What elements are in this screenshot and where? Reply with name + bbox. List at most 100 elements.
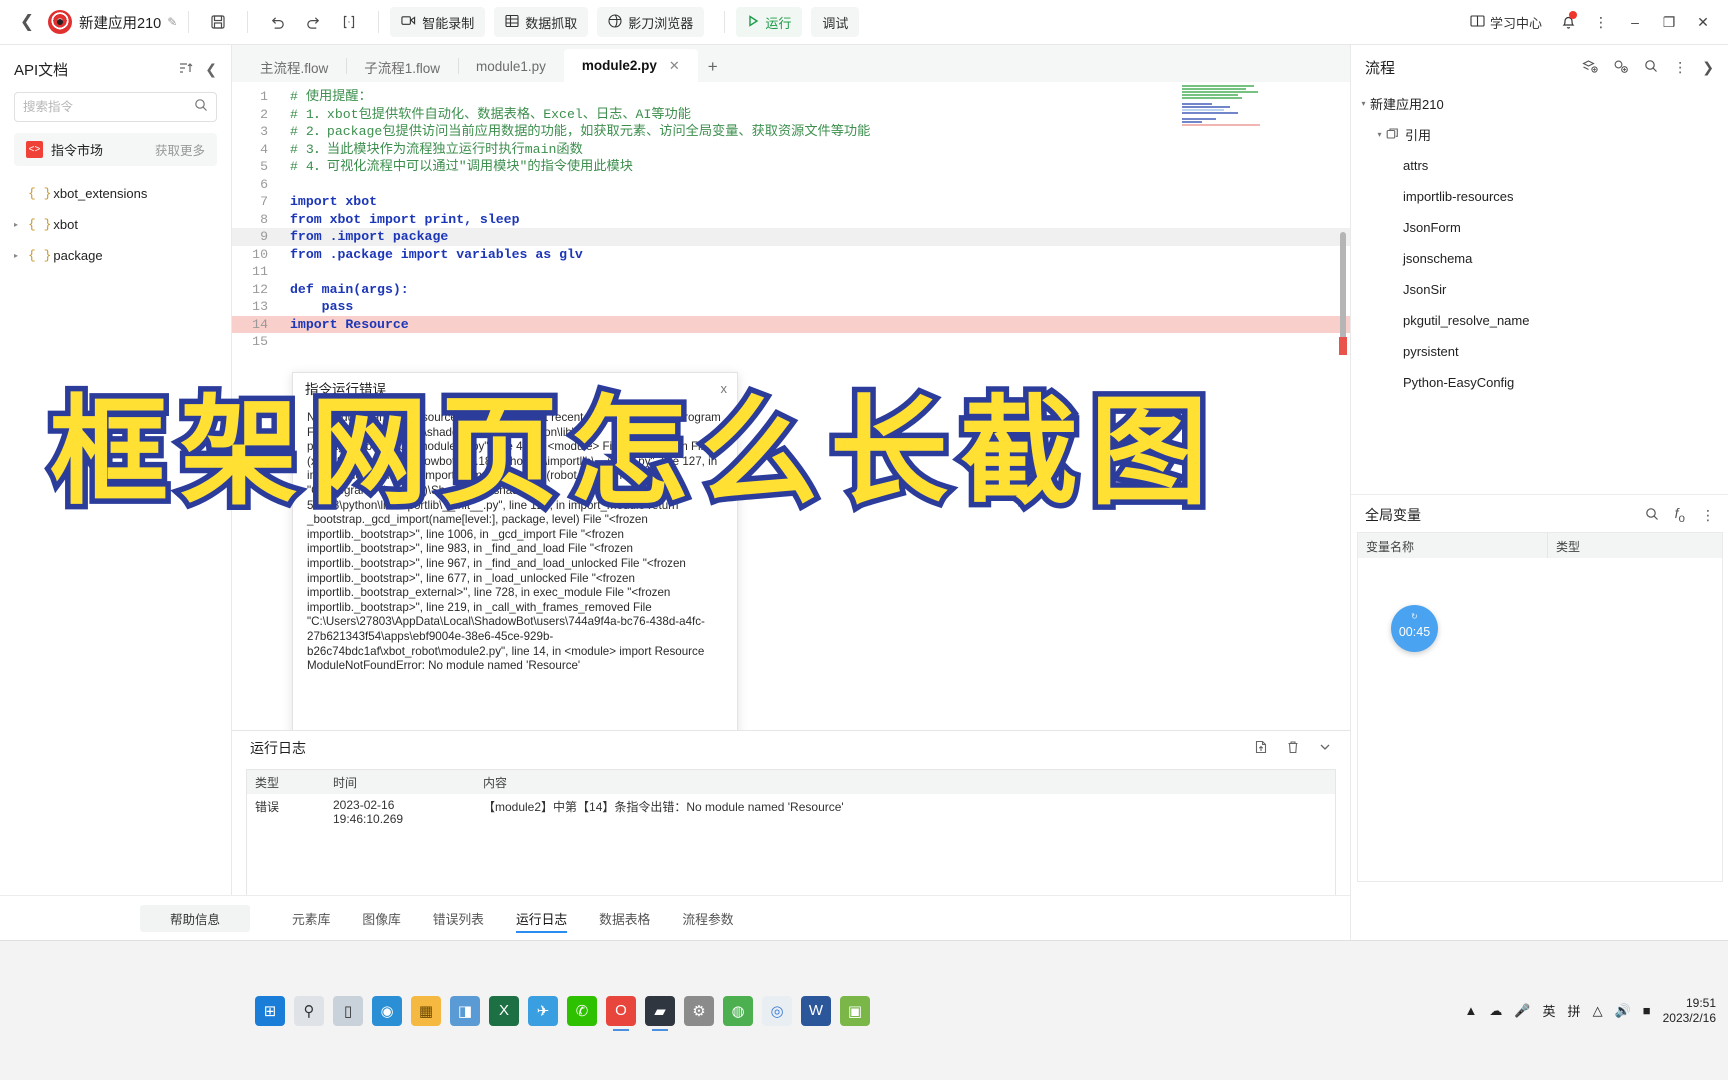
chrome-icon[interactable]: ◎	[762, 995, 792, 1026]
chevron-right-icon[interactable]: ❯	[1702, 59, 1714, 76]
search-input[interactable]	[23, 100, 194, 114]
flow-tree-item-jsonform[interactable]: JsonForm	[1351, 212, 1728, 243]
flow-tree-item-python-easyconfig[interactable]: Python-EasyConfig	[1351, 367, 1728, 398]
caret-down-icon[interactable]: ▾	[1373, 130, 1386, 139]
tab-element-library[interactable]: 元素库	[276, 896, 346, 941]
mic-icon[interactable]: 🎤	[1514, 1003, 1530, 1019]
flow-tree-item-attrs[interactable]: attrs	[1351, 150, 1728, 181]
redo-icon[interactable]	[295, 7, 331, 37]
cloud-icon[interactable]: ☁	[1489, 1003, 1502, 1019]
instruction-market-row[interactable]: <> 指令市场 获取更多	[14, 133, 217, 166]
search-icon[interactable]	[1644, 59, 1658, 76]
learn-center-button[interactable]: 学习中心	[1462, 7, 1550, 37]
opera-icon[interactable]: O	[606, 995, 636, 1031]
close-tab-icon[interactable]: ✕	[669, 58, 680, 74]
shadowbot-icon[interactable]: ▰	[645, 995, 675, 1031]
tab-image-library[interactable]: 图像库	[346, 896, 416, 941]
pencil-icon[interactable]: ✎	[167, 15, 177, 29]
caret-down-icon[interactable]: ▾	[1357, 99, 1370, 108]
table-row[interactable]: 错误 2023-02-16 19:46:10.269 【module2】中第【1…	[247, 794, 1335, 826]
flow-tree-references[interactable]: ▾ 引用	[1351, 119, 1728, 150]
save-icon[interactable]	[200, 7, 236, 37]
search-instruction-box[interactable]	[14, 92, 217, 122]
flow-tree-item-pkgutil-resolve-name[interactable]: pkgutil_resolve_name	[1351, 305, 1728, 336]
code-minimap[interactable]	[1182, 84, 1262, 132]
debug-button[interactable]: 调试	[811, 7, 860, 37]
excel-icon[interactable]: X	[489, 995, 519, 1026]
edge-icon[interactable]: ◉	[372, 995, 402, 1026]
flow-tree-item-importlib-resources[interactable]: importlib-resources	[1351, 181, 1728, 212]
back-button[interactable]: ❮	[10, 5, 44, 39]
wifi-icon[interactable]: △	[1593, 1003, 1603, 1019]
tab-flow-params[interactable]: 流程参数	[666, 896, 749, 941]
flow-tree-root[interactable]: ▾ 新建应用210	[1351, 88, 1728, 119]
help-info-button[interactable]: 帮助信息	[140, 904, 250, 932]
bell-icon[interactable]	[1554, 8, 1582, 36]
browser-button[interactable]: 影刀浏览器	[597, 7, 705, 37]
run-timer-badge[interactable]: ↻ 00:45	[1391, 605, 1438, 652]
add-module-icon[interactable]	[1613, 59, 1629, 77]
volume-icon[interactable]: 🔊	[1615, 1003, 1631, 1019]
wechat-icon[interactable]: ✆	[567, 995, 597, 1026]
tab-run-log[interactable]: 运行日志	[500, 896, 583, 941]
tab-main-flow[interactable]: 主流程.flow	[242, 51, 346, 82]
flow-tree-item-jsonsir[interactable]: JsonSir	[1351, 274, 1728, 305]
app-green-icon[interactable]: ▣	[840, 995, 870, 1026]
app-blue-icon[interactable]: ◨	[450, 995, 480, 1026]
code-line-error: 14 import Resource	[232, 315, 1350, 333]
tree-item-package[interactable]: ▸ { } package	[0, 240, 231, 271]
clock[interactable]: 19:51 2023/2/16	[1663, 996, 1716, 1026]
chrome-alt-icon[interactable]: ◍	[723, 995, 753, 1026]
more-vertical-icon[interactable]: ⋮	[1701, 507, 1715, 524]
tree-item-xbot[interactable]: ▸ { } xbot	[0, 209, 231, 240]
start-icon[interactable]: ⊞	[255, 995, 285, 1026]
code-editor[interactable]: 1 # 使用提醒： 2 # 1．xbot包提供软件自动化、数据表格、Excel、日志…	[232, 82, 1350, 730]
sort-icon[interactable]	[179, 61, 193, 78]
ime-mode-label[interactable]: 拼	[1568, 1001, 1581, 1020]
search-icon[interactable]	[1645, 507, 1659, 524]
settings-icon[interactable]: ⚙	[684, 995, 714, 1026]
search-icon[interactable]: ⚲	[294, 995, 324, 1026]
tab-label: 子流程1.flow	[364, 60, 441, 76]
export-icon[interactable]	[1254, 740, 1268, 757]
close-button[interactable]: ✕	[1688, 7, 1718, 37]
battery-icon[interactable]: ■	[1643, 1003, 1651, 1018]
expand-arrow-icon[interactable]: ▸	[14, 251, 28, 260]
tab-module2-py[interactable]: module2.py ✕	[563, 49, 698, 82]
ime-language-label[interactable]: 英	[1543, 1001, 1556, 1020]
error-marker[interactable]	[1339, 337, 1347, 355]
collapse-panel-icon[interactable]: ❮	[205, 61, 217, 78]
tab-data-table[interactable]: 数据表格	[583, 896, 666, 941]
add-flow-icon[interactable]	[1582, 59, 1598, 77]
smart-record-button[interactable]: 智能录制	[390, 7, 486, 37]
undo-icon[interactable]	[259, 7, 295, 37]
data-grab-button[interactable]: 数据抓取	[494, 7, 589, 37]
flow-tree-item-jsonschema[interactable]: jsonschema	[1351, 243, 1728, 274]
file-explorer-icon[interactable]: ▦	[411, 995, 441, 1026]
word-icon[interactable]: W	[801, 995, 831, 1026]
tab-error-list[interactable]: 错误列表	[417, 896, 500, 941]
tree-item-xbot-extensions[interactable]: { } xbot_extensions	[0, 178, 231, 209]
flow-tree-item-pyrsistent[interactable]: pyrsistent	[1351, 336, 1728, 367]
search-icon[interactable]	[194, 98, 208, 117]
format-icon[interactable]	[331, 7, 367, 37]
task-view-icon[interactable]: ▯	[333, 995, 363, 1026]
chevron-up-icon[interactable]: ▲	[1464, 1003, 1477, 1018]
minimize-button[interactable]: –	[1620, 7, 1650, 37]
more-vertical-icon[interactable]: ⋮	[1673, 59, 1687, 76]
tab-sub-flow-1[interactable]: 子流程1.flow	[346, 51, 458, 82]
error-dialog[interactable]: 指令运行错误 x No module named 'Resource' Trac…	[292, 372, 738, 730]
maximize-button[interactable]: ❐	[1654, 7, 1684, 37]
trash-icon[interactable]	[1286, 740, 1300, 757]
expand-arrow-icon[interactable]: ▸	[14, 220, 28, 229]
more-vertical-icon[interactable]: ⋮	[1586, 7, 1616, 37]
function-icon[interactable]: fo	[1675, 505, 1685, 525]
add-tab-icon[interactable]: +	[698, 51, 728, 82]
chevron-down-icon[interactable]	[1318, 740, 1332, 757]
get-more-link[interactable]: 获取更多	[155, 140, 205, 159]
telegram-icon[interactable]: ✈	[528, 995, 558, 1026]
close-icon[interactable]: x	[721, 381, 728, 396]
run-button[interactable]: 运行	[736, 7, 803, 37]
editor-scrollbar[interactable]	[1340, 232, 1346, 352]
tab-module1-py[interactable]: module1.py	[458, 51, 564, 82]
